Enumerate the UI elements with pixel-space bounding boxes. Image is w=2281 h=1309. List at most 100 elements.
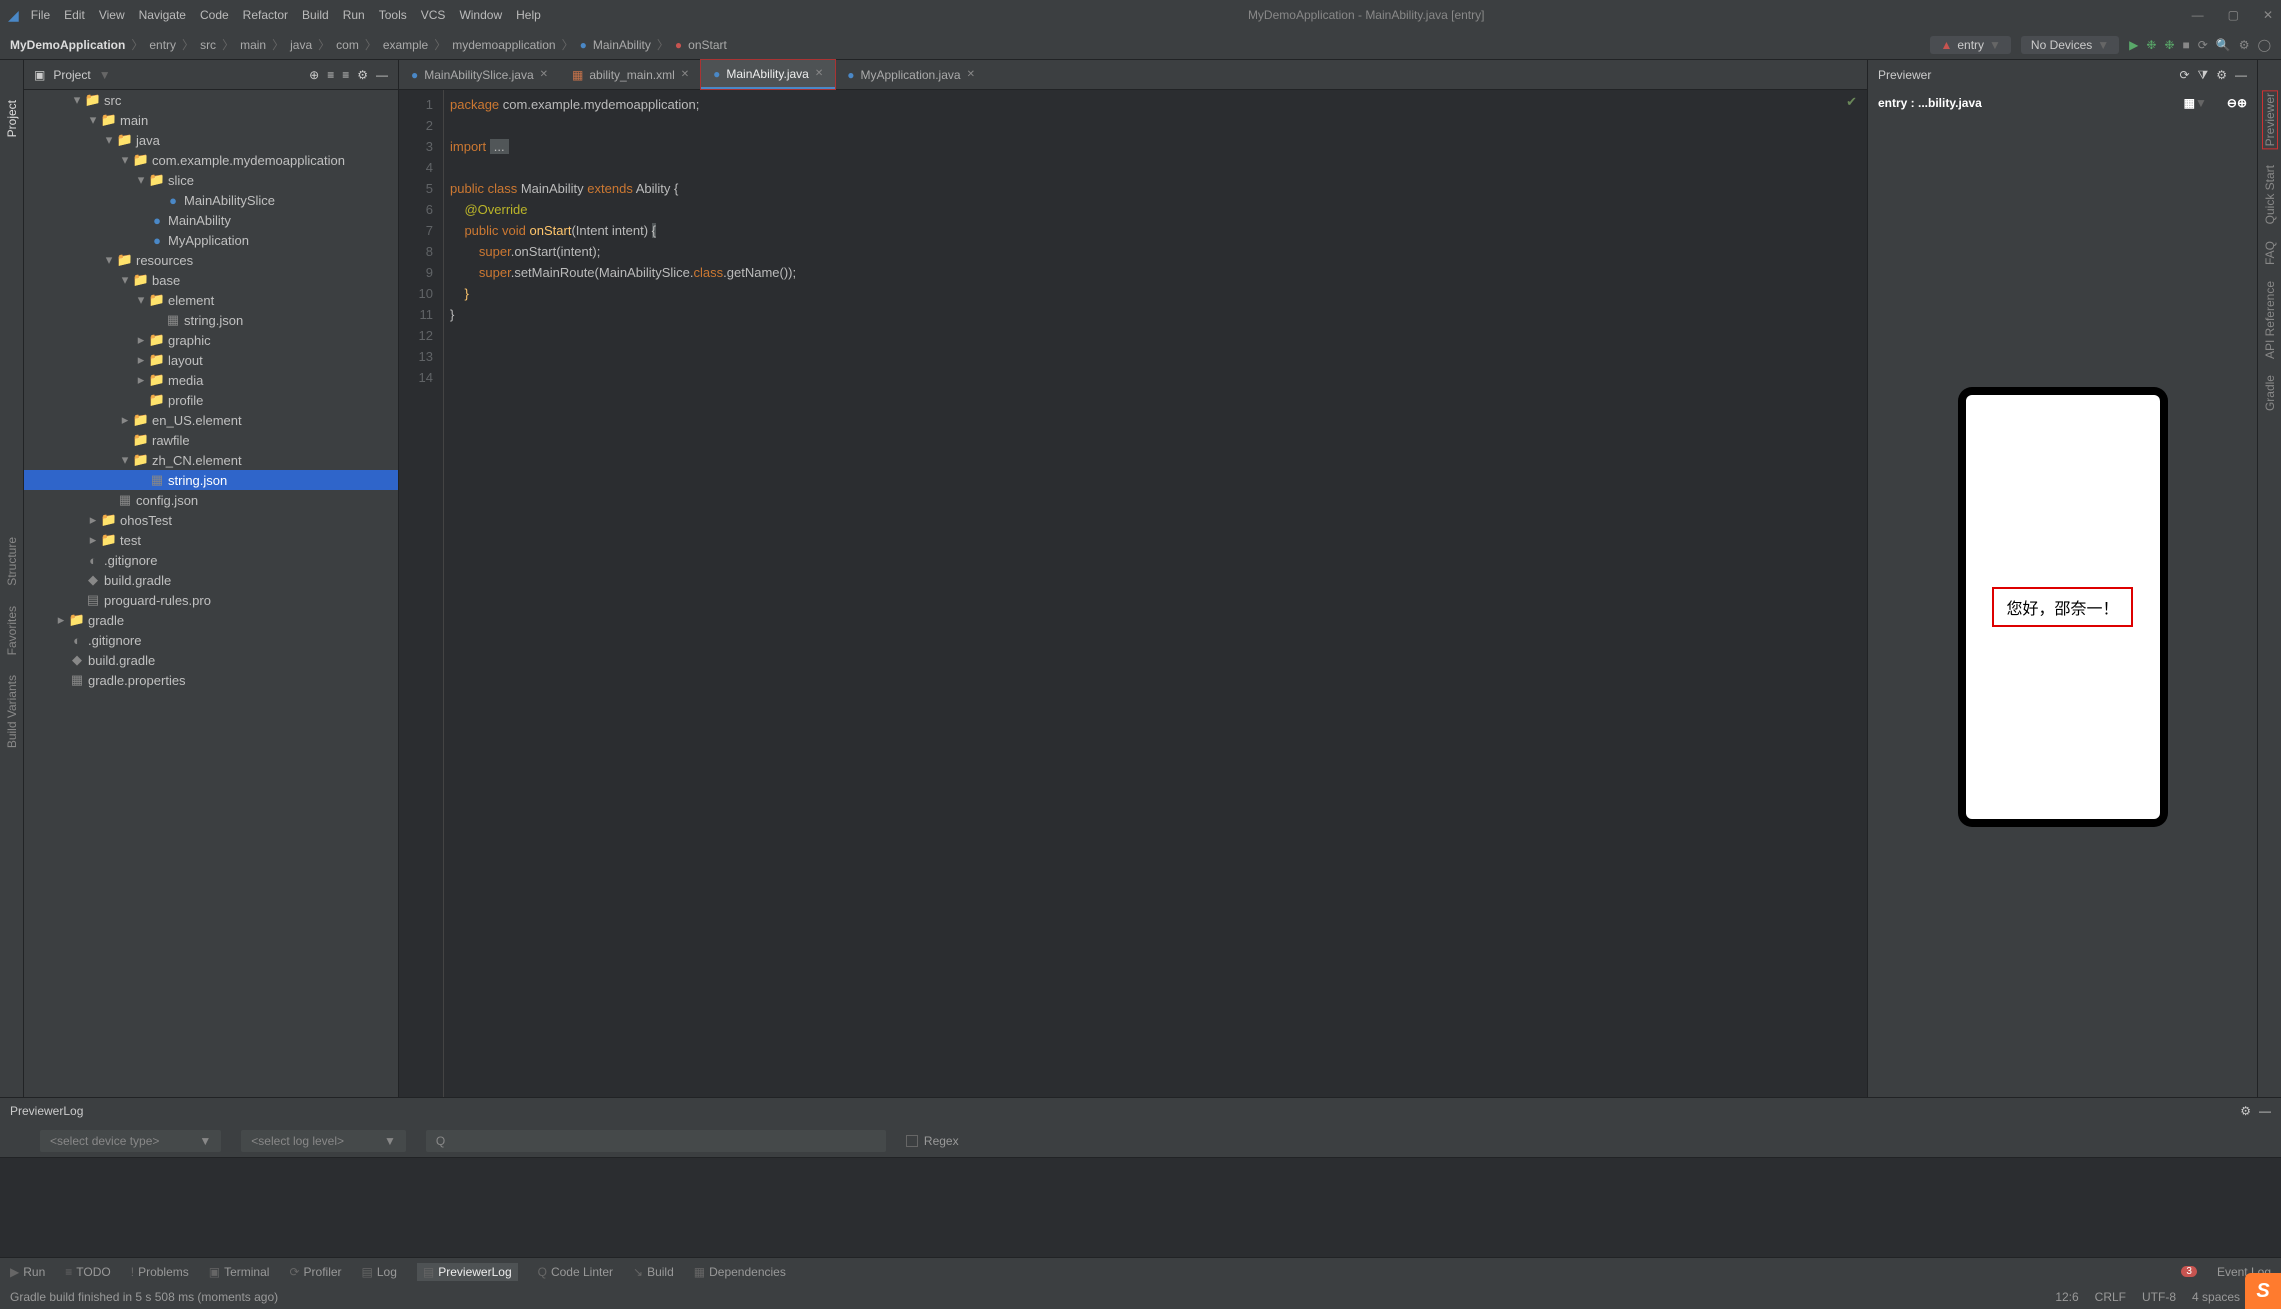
menu-file[interactable]: File	[31, 8, 50, 22]
tree-item[interactable]: ▾📁src	[24, 90, 398, 110]
profile-icon[interactable]: ❉	[2164, 38, 2174, 52]
toolwindow-button[interactable]: !Problems	[131, 1263, 189, 1281]
menu-help[interactable]: Help	[516, 8, 541, 22]
toolwindow-button[interactable]: ▦Dependencies	[694, 1263, 786, 1281]
tree-item[interactable]: ▦string.json	[24, 470, 398, 490]
tree-item[interactable]: ▸📁ohosTest	[24, 510, 398, 530]
toolwindow-button[interactable]: ≡TODO	[65, 1263, 110, 1281]
tool-gradle[interactable]: Gradle	[2263, 375, 2277, 411]
toolwindow-button[interactable]: ▤PreviewerLog	[417, 1263, 518, 1281]
encoding[interactable]: UTF-8	[2142, 1290, 2176, 1304]
tree-item[interactable]: ●MyApplication	[24, 230, 398, 250]
crumb[interactable]: entry	[149, 38, 176, 52]
tool-faq[interactable]: FAQ	[2263, 241, 2277, 265]
tool-api[interactable]: API Reference	[2263, 281, 2277, 359]
crumb-project[interactable]: MyDemoApplication	[10, 38, 125, 52]
menu-refactor[interactable]: Refactor	[243, 8, 288, 22]
locate-icon[interactable]: ⊕	[309, 68, 319, 82]
toolwindow-button[interactable]: ▶Run	[10, 1263, 45, 1281]
tree-item[interactable]: ◆build.gradle	[24, 650, 398, 670]
tree-item[interactable]: ▦string.json	[24, 310, 398, 330]
expand-icon[interactable]: ≡	[327, 68, 334, 82]
account-icon[interactable]: ◯	[2258, 38, 2271, 52]
tool-build-variants[interactable]: Build Variants	[5, 675, 19, 748]
tool-favorites[interactable]: Favorites	[5, 606, 19, 655]
tree-item[interactable]: ●MainAbility	[24, 210, 398, 230]
project-label[interactable]: Project	[53, 68, 90, 82]
maximize-icon[interactable]: ▢	[2228, 8, 2239, 22]
menu-run[interactable]: Run	[343, 8, 365, 22]
tree-item[interactable]: ▸📁layout	[24, 350, 398, 370]
menu-code[interactable]: Code	[200, 8, 229, 22]
log-search-input[interactable]: Q	[426, 1130, 886, 1152]
tree-item[interactable]: 📁rawfile	[24, 430, 398, 450]
menu-edit[interactable]: Edit	[64, 8, 85, 22]
project-tree[interactable]: ▾📁src▾📁main▾📁java▾📁com.example.mydemoapp…	[24, 90, 398, 1097]
filter-icon[interactable]: ⧩	[2198, 68, 2209, 83]
tree-item[interactable]: ▸📁test	[24, 530, 398, 550]
toolwindow-button[interactable]: ▣Terminal	[209, 1263, 270, 1281]
tree-item[interactable]: ▸📁graphic	[24, 330, 398, 350]
crumb[interactable]: main	[240, 38, 266, 52]
tree-item[interactable]: ▦gradle.properties	[24, 670, 398, 690]
toolwindow-button[interactable]: ⟳Profiler	[289, 1263, 341, 1281]
tree-item[interactable]: ●MainAbilitySlice	[24, 190, 398, 210]
log-level-select[interactable]: <select log level>▼	[241, 1130, 406, 1152]
editor-tab[interactable]: ▦ability_main.xml✕	[560, 60, 701, 89]
indent[interactable]: 4 spaces	[2192, 1290, 2240, 1304]
hide-icon[interactable]: —	[2259, 1104, 2271, 1118]
tree-item[interactable]: ▸📁media	[24, 370, 398, 390]
line-separator[interactable]: CRLF	[2095, 1290, 2126, 1304]
device-selector[interactable]: No Devices▼	[2021, 36, 2119, 54]
close-icon[interactable]: ✕	[2263, 8, 2273, 22]
tree-item[interactable]: ◐.gitignore	[24, 550, 398, 570]
gear-icon[interactable]: ⚙	[357, 68, 368, 82]
tree-item[interactable]: ◆build.gradle	[24, 570, 398, 590]
run-config-selector[interactable]: ▲entry▼	[1930, 36, 2010, 54]
editor-tab[interactable]: ●MyApplication.java✕	[835, 60, 987, 89]
crumb[interactable]: onStart	[688, 38, 727, 52]
tree-item[interactable]: ◐.gitignore	[24, 630, 398, 650]
tool-quickstart[interactable]: Quick Start	[2263, 165, 2277, 224]
close-tab-icon[interactable]: ✕	[540, 69, 548, 80]
menu-navigate[interactable]: Navigate	[139, 8, 186, 22]
device-type-select[interactable]: <select device type>▼	[40, 1130, 221, 1152]
tree-item[interactable]: ▾📁slice	[24, 170, 398, 190]
tool-previewer[interactable]: Previewer	[2262, 90, 2278, 149]
caret-position[interactable]: 12:6	[2055, 1290, 2078, 1304]
collapse-icon[interactable]: ≡	[342, 68, 349, 82]
hide-icon[interactable]: —	[376, 68, 388, 82]
crumb[interactable]: mydemoapplication	[452, 38, 555, 52]
menu-window[interactable]: Window	[459, 8, 502, 22]
tree-item[interactable]: ▤proguard-rules.pro	[24, 590, 398, 610]
crumb[interactable]: example	[383, 38, 428, 52]
tool-project[interactable]: Project	[5, 100, 19, 137]
regex-checkbox[interactable]: Regex	[906, 1134, 959, 1148]
search-icon[interactable]: 🔍	[2216, 38, 2231, 52]
tree-item[interactable]: ▾📁zh_CN.element	[24, 450, 398, 470]
tree-item[interactable]: ▾📁com.example.mydemoapplication	[24, 150, 398, 170]
tree-item[interactable]: ▾📁main	[24, 110, 398, 130]
crumb[interactable]: java	[290, 38, 312, 52]
menu-build[interactable]: Build	[302, 8, 329, 22]
settings-icon[interactable]: ⚙	[2239, 38, 2250, 52]
zoom-in-icon[interactable]: ⊕	[2237, 96, 2247, 110]
close-tab-icon[interactable]: ✕	[967, 69, 975, 80]
debug-icon[interactable]: ❉	[2146, 38, 2156, 52]
tree-item[interactable]: ▾📁base	[24, 270, 398, 290]
crumb[interactable]: com	[336, 38, 359, 52]
code-area[interactable]: ✔ package com.example.mydemoapplication;…	[444, 90, 1867, 1097]
minimize-icon[interactable]: —	[2192, 8, 2204, 22]
crumb[interactable]: MainAbility	[593, 38, 651, 52]
editor-tab[interactable]: ●MainAbility.java✕	[701, 60, 835, 89]
tree-item[interactable]: 📁profile	[24, 390, 398, 410]
stop-icon[interactable]: ■	[2183, 38, 2190, 52]
editor-tab[interactable]: ●MainAbilitySlice.java✕	[399, 60, 560, 89]
toolwindow-button[interactable]: ↘Build	[633, 1263, 674, 1281]
hide-icon[interactable]: —	[2235, 68, 2247, 82]
zoom-out-icon[interactable]: ⊖	[2227, 96, 2237, 110]
tree-item[interactable]: ▾📁element	[24, 290, 398, 310]
tree-item[interactable]: ▾📁java	[24, 130, 398, 150]
tree-item[interactable]: ▾📁resources	[24, 250, 398, 270]
toolwindow-button[interactable]: QCode Linter	[538, 1263, 613, 1281]
